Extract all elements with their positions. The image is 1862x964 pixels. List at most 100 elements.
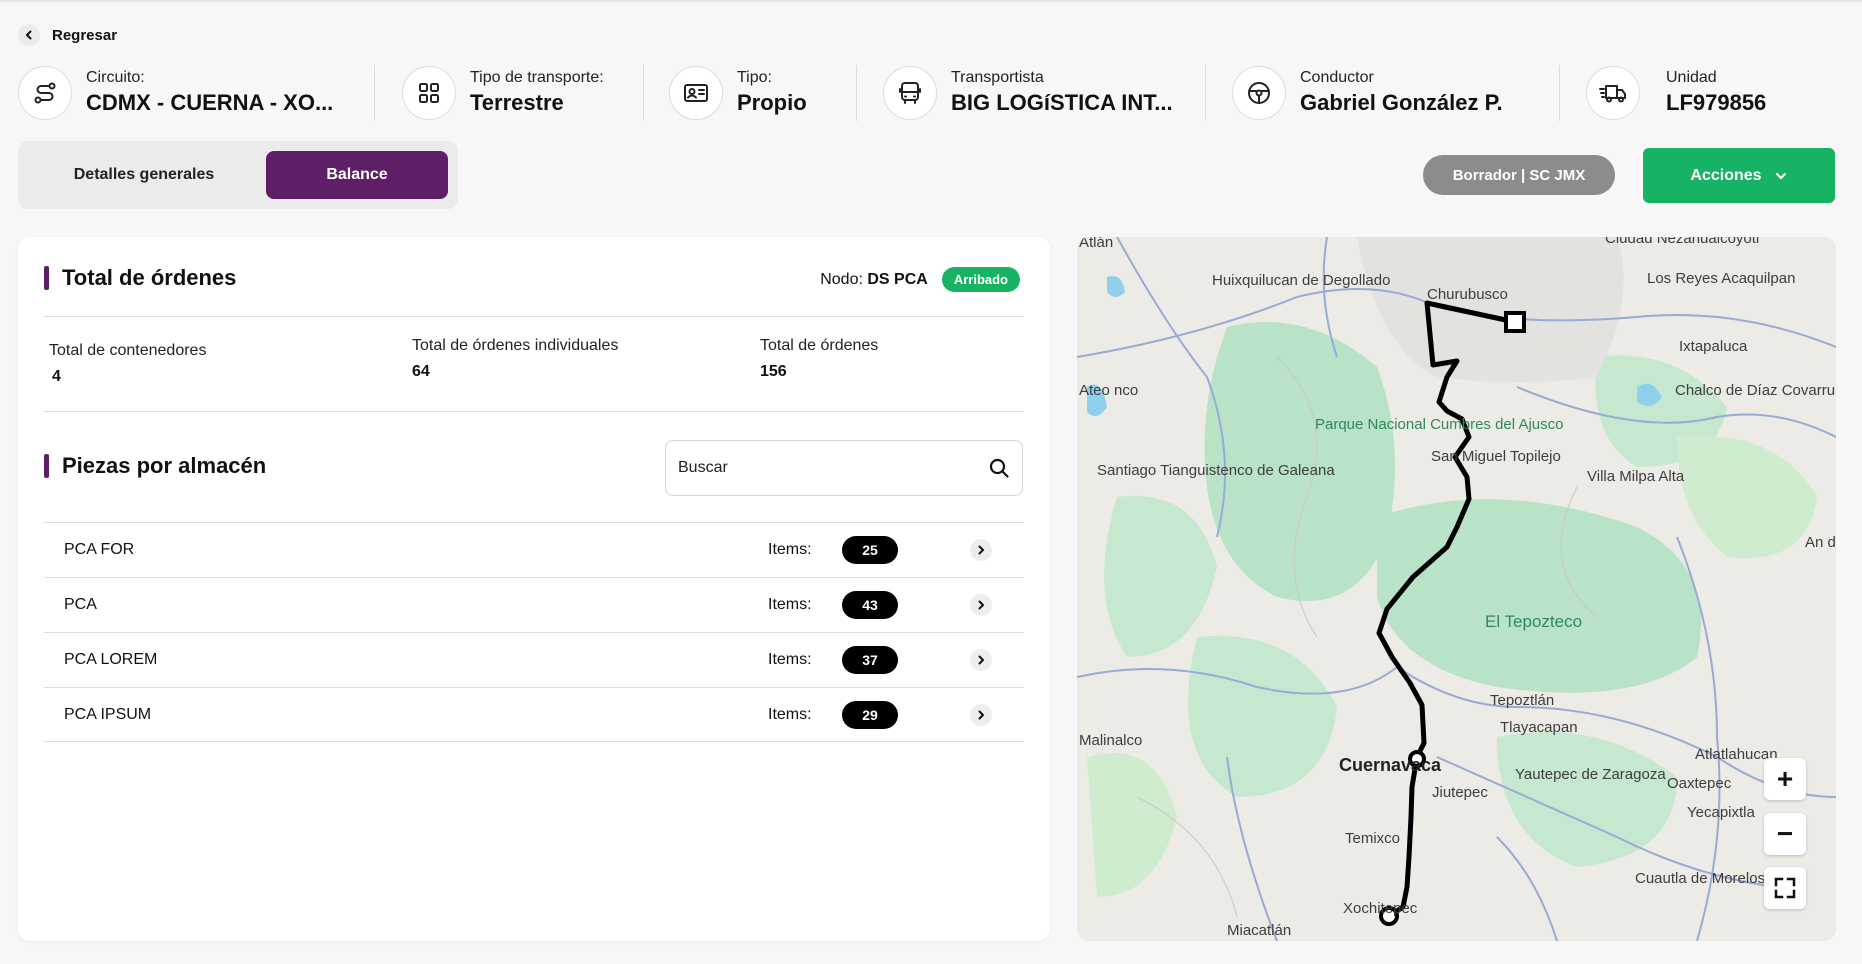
chevron-right-icon[interactable] [970,594,992,616]
divider [44,411,1024,412]
items-label: Items: [768,541,812,558]
map-label: Villa Milpa Alta [1587,468,1685,485]
chevron-right-icon[interactable] [970,539,992,561]
stat-label: Total de órdenes individuales [412,337,619,354]
stat-containers: Total de contenedores 4 [49,342,206,386]
warehouse-name: PCA [64,596,97,613]
orders-section-title: Total de órdenes [44,265,236,291]
map-label: Huixquilucan de Degollado [1212,272,1390,289]
chevron-right-icon[interactable] [970,703,992,726]
stat-label: Total de contenedores [49,342,207,359]
map-label: Malinalco [1079,732,1142,749]
actions-button[interactable]: Acciones [1643,148,1835,203]
pieces-title: Piezas por almacén [62,453,267,478]
map-label: Atlán [1079,237,1113,251]
node-indicator: Nodo: DS PCA Arribado [820,267,1020,292]
warehouse-row: PCA Items: 43 [44,577,1024,632]
info-label: Unidad [1666,69,1717,86]
map-label: Cuernavaca [1339,755,1442,775]
node-text: Nodo: DS PCA [820,271,928,289]
back-label: Regresar [52,26,118,44]
search-box[interactable] [665,440,1023,496]
info-circuit: Circuito: CDMX - CUERNA - XO... [18,60,374,126]
zoom-in-button[interactable]: + [1764,758,1806,800]
map-label: Chalco de Díaz Covarrubias [1675,382,1836,399]
draft-status-badge: Borrador | SC JMX [1423,155,1615,195]
node-value: DS PCA [867,270,928,288]
map-label: Jiutepec [1432,784,1488,801]
info-label: Tipo: [737,69,772,86]
info-value: Terrestre [470,90,564,115]
fullscreen-icon [1774,877,1796,899]
tab-general-details[interactable]: Detalles generales [28,151,260,199]
route-icon [18,66,72,120]
map-label: Temixco [1345,830,1400,847]
items-label: Items: [768,651,812,668]
warehouse-row: PCA FOR Items: 25 [44,522,1024,577]
title-accent-bar [44,266,49,290]
divider [44,316,1024,317]
map-label: San Miguel Topilejo [1431,448,1561,465]
orders-title: Total de órdenes [62,265,237,290]
search-input[interactable] [678,459,988,477]
stat-value: 64 [412,363,430,380]
node-status-badge: Arribado [941,267,1020,292]
items-count-badge: 29 [842,700,898,729]
warehouse-name: PCA IPSUM [64,705,152,723]
map-label: Los Reyes Acaquilpan [1647,270,1795,287]
shipment-info-bar: Circuito: CDMX - CUERNA - XO... Tipo de … [18,60,1844,126]
fullscreen-button[interactable] [1764,867,1806,909]
orders-card: Total de órdenes Nodo: DS PCA Arribado T… [18,237,1050,941]
grid-icon [402,66,456,120]
steering-wheel-icon [1232,66,1286,120]
info-carrier: Transportista BIG LOGíSTICA INT... [857,60,1205,126]
info-value: CDMX - CUERNA - XO... [86,90,334,115]
items-count-badge: 37 [842,646,898,674]
items-count-badge: 43 [842,591,898,619]
map-label: Churubusco [1427,286,1508,303]
info-transport-type: Tipo de transporte: Terrestre [375,60,643,126]
map-label: Oaxtepec [1667,775,1732,792]
map-label: Ixtapaluca [1679,338,1748,355]
tab-balance[interactable]: Balance [266,151,448,199]
warehouse-name: PCA LOREM [64,651,158,668]
stat-label: Total de órdenes [760,337,879,354]
info-label: Transportista [951,69,1044,86]
map-label: Miacatlán [1227,922,1291,939]
map-label: Santiago Tianguistenco de Galeana [1097,462,1335,479]
info-value: LF979856 [1666,90,1767,115]
map-canvas: Ciudad Nezahualcóyotl Huixquilucan de De… [1077,237,1836,941]
actions-label: Acciones [1690,166,1762,184]
back-link[interactable]: Regresar [18,24,117,46]
info-value: Propio [737,90,807,115]
id-card-icon [669,66,723,120]
stat-individual-orders: Total de órdenes individuales 64 [412,337,618,381]
route-map[interactable]: Ciudad Nezahualcóyotl Huixquilucan de De… [1077,237,1836,941]
info-value: BIG LOGíSTICA INT... [951,90,1173,115]
chevron-right-icon[interactable] [970,649,992,671]
bus-icon [883,66,937,120]
info-label: Tipo de transporte: [470,69,604,86]
info-type: Tipo: Propio [644,60,856,126]
view-tabs: Detalles generales Balance [18,141,458,209]
items-label: Items: [768,596,812,613]
items-count-badge: 25 [842,536,898,564]
pieces-section-title: Piezas por almacén [44,453,266,479]
items-label: Items: [768,705,812,723]
info-unit: Unidad LF979856 [1560,60,1830,126]
map-label: Ciudad Nezahualcóyotl [1605,237,1759,247]
map-label: Parque Nacional Cumbres del Ajusco [1315,416,1563,433]
map-label: Cuautla de Morelos [1635,870,1765,887]
warehouse-name: PCA FOR [64,541,135,558]
map-label: El Tepozteco [1485,612,1582,631]
stat-value: 4 [52,368,61,385]
map-label: Tlayacapan [1500,719,1578,736]
stat-value: 156 [760,363,787,380]
map-label: Xochitepec [1343,900,1418,917]
info-value: Gabriel González P. [1300,90,1503,115]
search-icon[interactable] [988,457,1010,479]
zoom-out-button[interactable]: − [1764,813,1806,855]
title-accent-bar [44,454,49,478]
node-label: Nodo: [820,270,863,288]
map-label: Ateo nco [1079,382,1138,399]
